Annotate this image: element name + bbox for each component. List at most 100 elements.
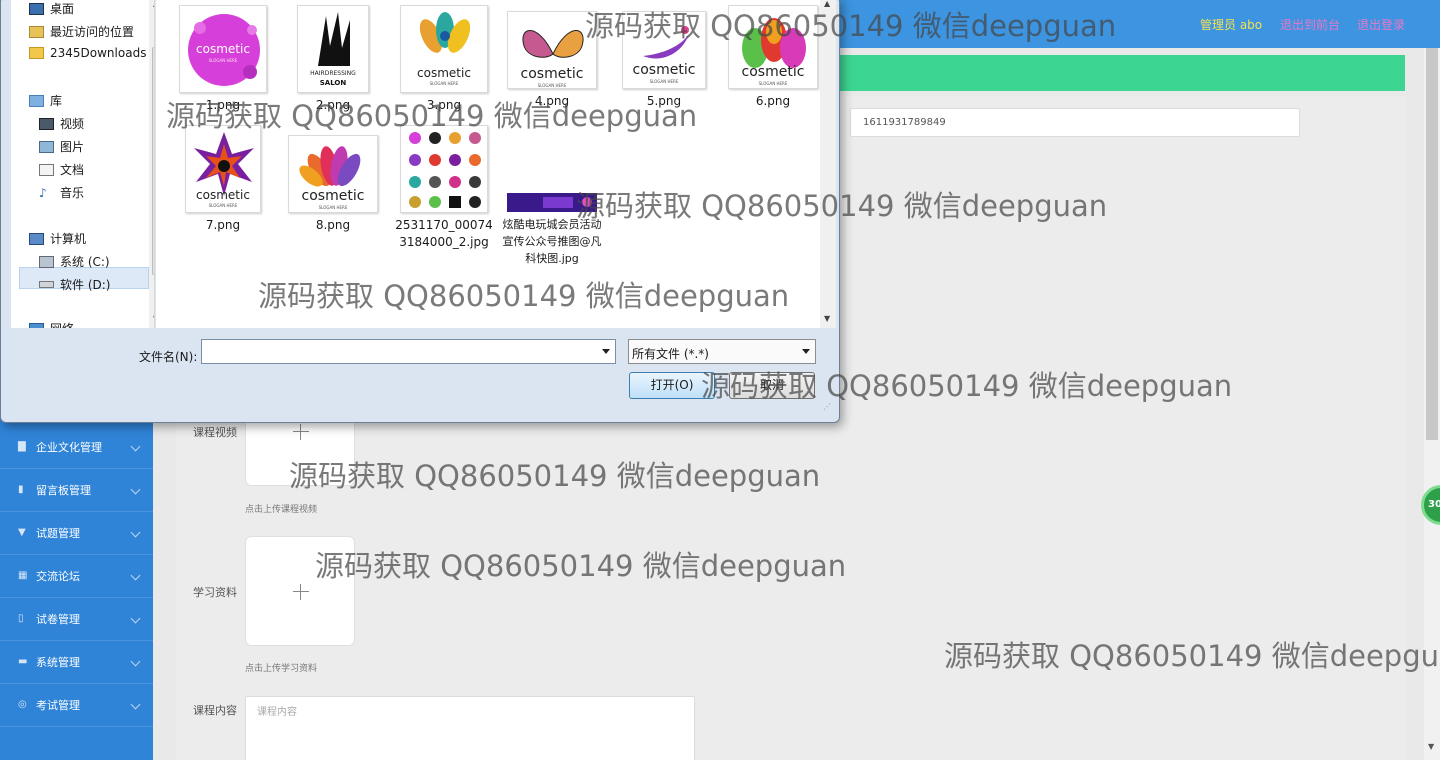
nav-scrollbar-thumb[interactable] (152, 47, 154, 275)
material-upload-box[interactable] (245, 536, 355, 646)
file-name: 8.png (315, 218, 351, 232)
file-name: 6.png (755, 94, 791, 108)
sidebar-item-questions[interactable]: ▼ 试题管理 (0, 512, 153, 555)
nav-item-music[interactable]: ♪ 音乐 (39, 184, 84, 201)
open-button[interactable]: 打开(O) (629, 372, 715, 399)
logo-slogan: SALON (319, 79, 347, 87)
file-name: 4.png (534, 94, 570, 108)
nav-item-libraries[interactable]: 库 (29, 92, 62, 109)
logo-collection-icon (409, 132, 481, 208)
video-label: 课程视频 (193, 426, 237, 439)
pin-icon: ▼ (18, 527, 26, 538)
nav-item-label: 桌面 (50, 2, 75, 16)
chevron-down-icon (130, 527, 141, 538)
file-thumbnail: cosmetic SLOGAN HERE (288, 135, 378, 213)
file-thumbnail: cosmetic SLOGAN HERE (400, 5, 488, 93)
sidebar-item-culture[interactable]: ▇ 企业文化管理 (0, 426, 153, 469)
chevron-down-icon (130, 656, 141, 667)
file-item[interactable]: cosmetic SLOGAN HERE 1.png (173, 5, 273, 114)
file-name: 2.png (315, 98, 351, 112)
scroll-down-arrow-icon[interactable]: ▼ (1428, 742, 1434, 751)
sidebar-item-exams[interactable]: ◎ 考试管理 (0, 684, 153, 727)
nav-item-drive-d[interactable]: 软件 (D:) (39, 276, 110, 293)
nav-item-recent[interactable]: 最近访问的位置 (29, 23, 134, 40)
promo-banner-icon (507, 193, 597, 212)
chevron-down-icon[interactable] (602, 349, 610, 354)
page-scrollbar-thumb[interactable] (1426, 48, 1438, 440)
logo-text: cosmetic (741, 64, 805, 80)
filetype-value: 所有文件 (*.*) (632, 347, 709, 361)
file-item[interactable]: HAIRDRESSING SALON 2.png (283, 5, 383, 114)
nav-item-pictures[interactable]: 图片 (39, 138, 84, 155)
file-name: 2531170_000743184000_2.jpg (395, 218, 493, 249)
chevron-down-icon (130, 484, 141, 495)
file-thumbnail: cosmetic SLOGAN HERE (622, 11, 706, 89)
chevron-down-icon[interactable] (802, 349, 810, 354)
file-item[interactable]: cosmetic SLOGAN HERE 5.png (614, 11, 714, 110)
plus-icon (293, 591, 309, 592)
id-field[interactable]: 1611931789849 (850, 108, 1300, 137)
sidebar-item-forum[interactable]: ▦ 交流论坛 (0, 555, 153, 598)
mic-icon: ▯ (18, 613, 24, 624)
logo-slogan: SLOGAN HERE (649, 79, 679, 84)
logo-text: cosmetic (417, 66, 471, 80)
sidebar-item-system[interactable]: ▬ 系统管理 (0, 641, 153, 684)
scroll-down-arrow-icon[interactable]: ▼ (153, 314, 154, 323)
nav-item-label: 系统 (C:) (60, 255, 110, 269)
nav-item-label: 网络 (50, 320, 74, 328)
plus-icon-stroke (300, 424, 301, 440)
navigation-pane: 桌面 最近访问的位置 2345Downloads 库 视频 图片 文档 ♪ 音乐 … (11, 0, 155, 328)
nav-item-downloads[interactable]: 2345Downloads (29, 46, 146, 60)
filetype-select[interactable]: 所有文件 (*.*) (628, 339, 816, 364)
cancel-button[interactable]: 取消 (729, 372, 815, 399)
file-item[interactable]: 炫酷电玩城会员活动宣传公众号推图@凡科快图.jpg (502, 193, 602, 267)
sidebar-item-label: 交流论坛 (36, 570, 80, 583)
chevron-down-icon (130, 613, 141, 624)
nav-item-desktop[interactable]: 桌面 (29, 0, 74, 17)
content-label: 课程内容 (193, 704, 237, 717)
trash-icon: ▇ (18, 441, 26, 452)
scroll-up-arrow-icon[interactable]: ▲ (824, 0, 830, 8)
file-thumbnail: cosmetic SLOGAN HERE (185, 125, 261, 213)
file-item[interactable]: cosmetic SLOGAN HERE 3.png (394, 5, 494, 114)
exit-to-front-link[interactable]: 退出到前台 (1280, 16, 1340, 33)
nav-item-videos[interactable]: 视频 (39, 115, 84, 132)
film-icon: ▦ (18, 570, 28, 581)
file-name: 7.png (205, 218, 241, 232)
folder-icon (29, 47, 44, 59)
filename-input[interactable] (201, 339, 616, 364)
nav-scrollbar[interactable]: ▲ ▼ (149, 0, 154, 328)
scroll-up-arrow-icon[interactable]: ▲ (153, 0, 154, 8)
bar-chart-icon: ▮ (18, 484, 24, 495)
system-drive-icon (39, 255, 54, 268)
sidebar-item-papers[interactable]: ▯ 试卷管理 (0, 598, 153, 641)
logo-text: cosmetic (520, 66, 584, 82)
desktop-icon (29, 2, 44, 15)
watermark-text: 源码获取 QQ86050149 微信deepguan (944, 639, 1440, 673)
nav-item-network[interactable]: 网络 (29, 320, 74, 328)
content-textarea[interactable]: 课程内容 (245, 696, 695, 760)
file-item[interactable]: 2531170_000743184000_2.jpg (394, 125, 494, 251)
file-item[interactable]: cosmetic SLOGAN HERE 8.png (283, 135, 383, 234)
scroll-down-arrow-icon[interactable]: ▼ (824, 314, 830, 323)
nav-item-label: 图片 (60, 140, 85, 154)
nav-item-label: 音乐 (60, 186, 85, 200)
nav-item-documents[interactable]: 文档 (39, 161, 84, 178)
file-item[interactable]: cosmetic SLOGAN HERE 7.png (173, 125, 273, 234)
library-icon (29, 94, 44, 107)
file-list-scrollbar[interactable]: ▲ ▼ (820, 0, 836, 328)
nav-item-computer[interactable]: 计算机 (29, 230, 86, 247)
nav-item-drive-c[interactable]: 系统 (C:) (39, 253, 110, 270)
file-list-pane: cosmetic SLOGAN HERE 1.png HAIRDRESSING … (156, 0, 820, 328)
file-item[interactable]: cosmetic SLOGAN HERE 4.png (502, 11, 602, 110)
file-thumbnail: cosmetic SLOGAN HERE (507, 11, 597, 89)
sidebar-item-messageboard[interactable]: ▮ 留言板管理 (0, 469, 153, 512)
logout-link[interactable]: 退出登录 (1357, 16, 1405, 33)
resize-grip-icon[interactable]: ⋰ (823, 402, 831, 411)
computer-icon (29, 232, 44, 245)
file-open-dialog: 桌面 最近访问的位置 2345Downloads 库 视频 图片 文档 ♪ 音乐 … (0, 0, 840, 423)
nav-item-label: 2345Downloads (50, 46, 147, 60)
file-item[interactable]: cosmetic SLOGAN HERE 6.png (723, 5, 823, 110)
chevron-down-icon (130, 441, 141, 452)
admin-username: 管理员 abo (1200, 18, 1263, 32)
